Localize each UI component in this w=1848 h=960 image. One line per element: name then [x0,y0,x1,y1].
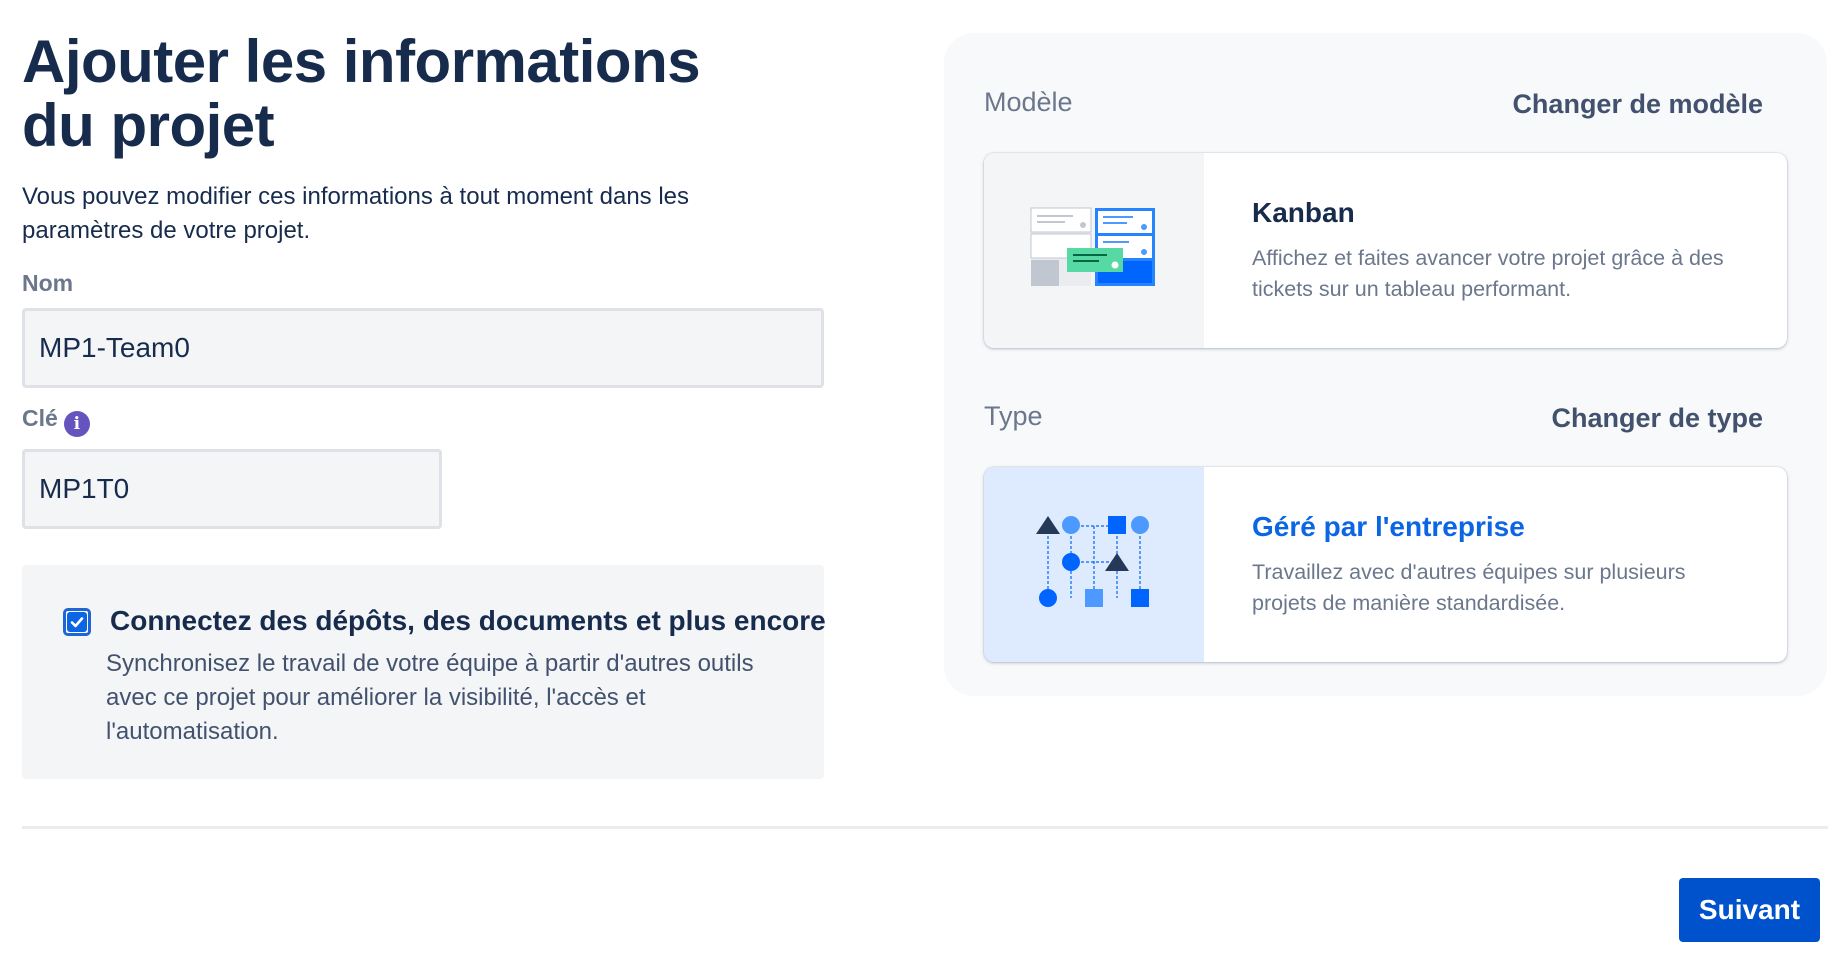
name-input[interactable] [22,308,824,388]
template-section-label: Modèle [984,87,1073,117]
type-section-label: Type [984,401,1043,431]
page-subtitle: Vous pouvez modifier ces informations à … [22,183,690,244]
template-card-media [984,153,1204,348]
type-card-description: Travaillez avec d'autres équipes sur plu… [1252,560,1686,615]
info-icon[interactable]: i [63,411,90,437]
template-card[interactable]: Kanban Affichez et faites avancer votre … [984,153,1787,348]
type-card-title: Géré par l'entreprise [1252,511,1525,542]
key-input[interactable] [22,449,442,529]
connect-checkbox[interactable] [63,608,91,636]
connect-tools-panel: Connectez des dépôts, des documents et p… [22,565,826,779]
kanban-illustration-icon [1029,206,1159,295]
footer-divider [22,826,1828,829]
key-label-row: Clé i [22,405,90,437]
page-title: Ajouter les informations du projet [22,28,701,159]
project-summary-panel: Modèle Changer de modèle Kanban Affichez… [944,33,1827,696]
change-type-button[interactable]: Changer de type [1551,403,1763,434]
template-card-description: Affichez et faites avancer votre projet … [1252,246,1724,301]
next-button[interactable]: Suivant [1679,878,1820,942]
connect-title: Connectez des dépôts, des documents et p… [110,605,826,636]
name-label: Nom [22,270,74,296]
key-label: Clé [22,405,58,431]
type-card[interactable]: Géré par l'entreprise Travaillez avec d'… [984,467,1787,662]
template-card-title: Kanban [1252,197,1355,228]
change-template-button[interactable]: Changer de modèle [1512,89,1763,120]
company-managed-illustration-icon [1034,514,1154,615]
type-card-media [984,467,1204,662]
checkmark-icon [67,612,87,632]
connect-description: Synchronisez le travail de votre équipe … [106,650,754,745]
